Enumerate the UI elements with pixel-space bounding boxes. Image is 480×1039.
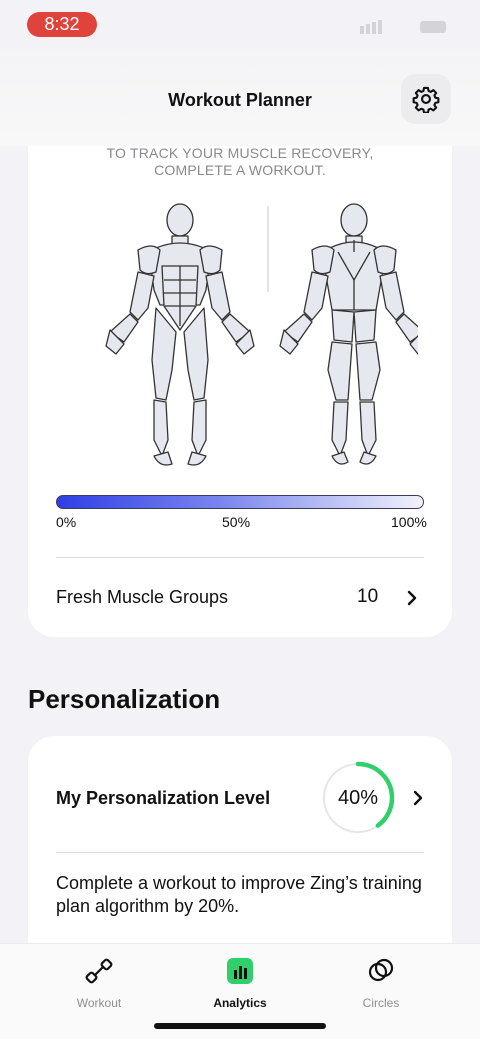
- personalization-level-row[interactable]: My Personalization Level 40%: [28, 736, 452, 851]
- tab-circles-label: Circles: [362, 996, 400, 1010]
- status-time: 8:32: [27, 12, 97, 37]
- tab-analytics[interactable]: Analytics: [180, 956, 300, 1010]
- navigation-bar: Workout Planner: [0, 50, 480, 146]
- personalization-percent: 40%: [337, 786, 379, 809]
- tab-workout-label: Workout: [76, 996, 122, 1010]
- muscle-recovery-card: TO TRACK YOUR MUSCLE RECOVERY, COMPLETE …: [28, 100, 452, 637]
- recovery-hint: TO TRACK YOUR MUSCLE RECOVERY, COMPLETE …: [106, 145, 374, 178]
- divider: [56, 852, 424, 853]
- front-body-figure: [105, 203, 255, 466]
- tab-analytics-label: Analytics: [213, 996, 267, 1010]
- tab-circles[interactable]: Circles: [321, 956, 441, 1010]
- personalization-heading: Personalization: [28, 684, 221, 714]
- fresh-muscle-groups-count: 10: [357, 586, 379, 607]
- circles-icon: [368, 958, 394, 982]
- personalization-card: My Personalization Level 40% Complete a …: [28, 736, 452, 966]
- scale-label-mid: 50%: [222, 514, 251, 530]
- scale-label-min: 0%: [56, 514, 77, 530]
- muscle-map[interactable]: [68, 200, 418, 472]
- chevron-right-icon: [413, 790, 423, 806]
- settings-button[interactable]: [401, 74, 451, 124]
- fresh-muscle-groups-label: Fresh Muscle Groups: [56, 587, 229, 607]
- fresh-muscle-groups-row[interactable]: Fresh Muscle Groups 10: [28, 558, 452, 636]
- dumbbell-icon: [85, 958, 113, 984]
- personalization-level-label: My Personalization Level: [56, 788, 271, 808]
- tab-workout[interactable]: Workout: [39, 956, 159, 1010]
- recovery-gradient-scale: [56, 495, 424, 509]
- personalization-description: Complete a workout to improve Zing’s tra…: [56, 873, 422, 916]
- status-icons: [360, 20, 446, 34]
- gear-icon: [412, 86, 440, 113]
- home-indicator: [154, 1023, 326, 1029]
- back-body-figure: [279, 203, 418, 465]
- status-bar: 8:32: [0, 0, 480, 50]
- analytics-icon: [227, 958, 253, 984]
- scale-label-max: 100%: [391, 514, 427, 530]
- chevron-right-icon: [407, 590, 417, 606]
